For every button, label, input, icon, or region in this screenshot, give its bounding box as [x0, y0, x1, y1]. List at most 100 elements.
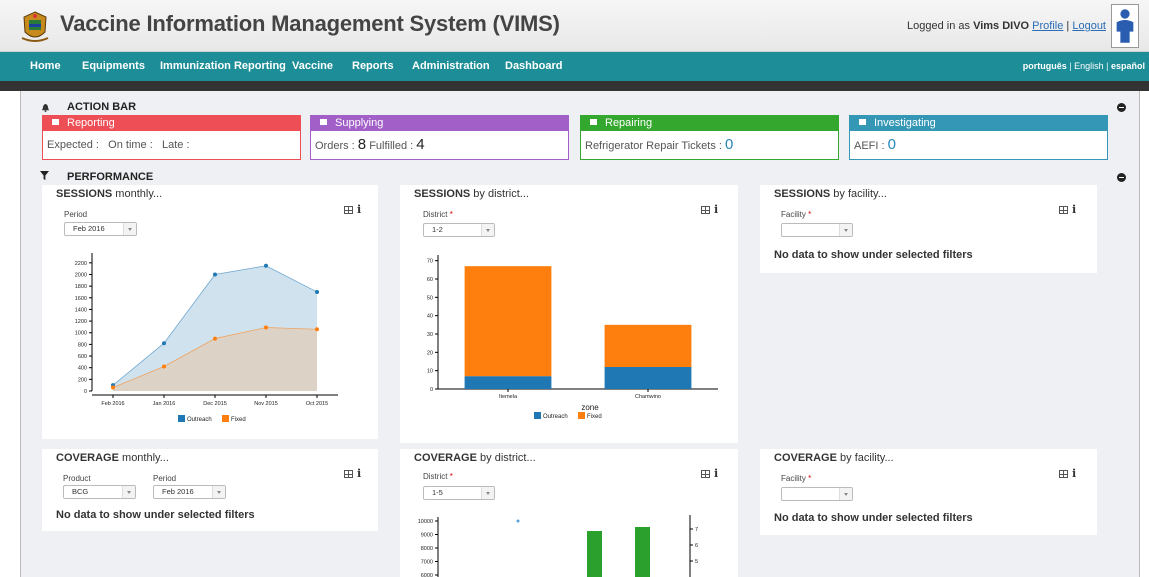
nav-equipments[interactable]: Equipments	[82, 60, 145, 72]
required-mark: *	[449, 472, 453, 481]
supplying-card[interactable]: Supplying Orders : 8 Fulfilled : 4	[310, 115, 569, 160]
period-select[interactable]: Feb 2016	[64, 222, 137, 236]
facility-label: Facility *	[781, 474, 811, 483]
table-view-icon[interactable]	[344, 206, 353, 214]
nav-immunization-reporting[interactable]: Immunization Reporting	[160, 60, 286, 72]
lang-separator: |	[1106, 61, 1109, 71]
table-view-icon[interactable]	[1059, 206, 1068, 214]
sessions-facility-panel: SESSIONS by facility... i Facility * No …	[760, 185, 1097, 273]
nav-administration[interactable]: Administration	[412, 60, 490, 72]
fulfilled-label: Fulfilled :	[369, 140, 414, 152]
point-fixed	[264, 325, 268, 330]
logout-link[interactable]: Logout	[1072, 20, 1106, 32]
aefi-label: AEFI :	[854, 140, 885, 152]
facility-label-text: Facility	[781, 474, 806, 483]
bar-fixed	[604, 324, 692, 367]
sessions-district-title: SESSIONS by district...	[414, 188, 529, 200]
profile-link[interactable]: Profile	[1032, 20, 1063, 32]
nav-reports[interactable]: Reports	[352, 60, 394, 72]
coat-of-arms-logo	[21, 11, 49, 42]
action-bar-collapse-button[interactable]	[1117, 103, 1126, 112]
panel-title-rest: monthly...	[118, 452, 169, 464]
panel-tools: i	[344, 203, 361, 216]
info-icon[interactable]: i	[714, 203, 718, 216]
panel-title-bold: SESSIONS	[56, 188, 113, 200]
sessions-district-panel: SESSIONS by district... i District * 1-2…	[400, 185, 738, 443]
y-tick-label: 1200	[75, 319, 87, 325]
y-tick-label: 40	[427, 314, 433, 320]
sessions-monthly-panel: SESSIONS monthly... i Period Feb 2016 0 2…	[42, 185, 378, 439]
info-icon[interactable]: i	[357, 467, 361, 480]
coverage-facility-panel: COVERAGE by facility... i Facility * No …	[760, 449, 1097, 535]
district-select[interactable]: 1-2	[423, 223, 495, 237]
supplying-card-title: Supplying	[335, 117, 384, 129]
repairing-card-header: Repairing	[580, 115, 839, 131]
chevron-down-icon	[481, 224, 494, 236]
on-time-label: On time :	[108, 139, 153, 151]
chevron-down-icon	[481, 487, 494, 499]
x-tick-label: Feb 2016	[101, 401, 124, 407]
point-fixed	[315, 327, 319, 332]
action-bar-title: ACTION BAR	[67, 101, 137, 113]
investigating-card[interactable]: Investigating AEFI : 0	[849, 115, 1108, 160]
nav-dashboard[interactable]: Dashboard	[505, 60, 562, 72]
district-select[interactable]: 1-5	[423, 486, 495, 500]
table-view-icon[interactable]	[701, 470, 710, 478]
y-tick-label-right: 6	[695, 543, 698, 549]
district-select-value: 1-5	[432, 488, 443, 497]
period-select[interactable]: Feb 2016	[153, 485, 226, 499]
period-label: Period	[64, 210, 88, 219]
info-icon[interactable]: i	[1072, 467, 1076, 480]
table-view-icon[interactable]	[1059, 470, 1068, 478]
bar-fixed	[464, 266, 552, 377]
info-icon[interactable]: i	[714, 467, 718, 480]
panel-title-bold: SESSIONS	[414, 188, 471, 200]
y-tick-label: 2200	[75, 261, 87, 267]
repairing-card[interactable]: Repairing Refrigerator Repair Tickets : …	[580, 115, 839, 160]
y-tick-label: 800	[78, 342, 87, 348]
aefi-value: 0	[887, 136, 896, 153]
district-label-text: District	[423, 472, 448, 481]
y-tick-label: 1000	[75, 331, 87, 337]
x-tick-label: Itemela	[499, 394, 518, 400]
required-mark: *	[808, 474, 812, 483]
y-tick-label: 10	[427, 369, 433, 375]
facility-select[interactable]	[781, 487, 853, 501]
legend-label-outreach: Outreach	[543, 414, 568, 420]
investigating-card-title: Investigating	[874, 117, 936, 129]
reporting-card[interactable]: Reporting Expected : On time : Late :	[42, 115, 301, 160]
orders-label: Orders :	[315, 140, 355, 152]
bell-icon	[41, 103, 50, 112]
lang-portuguese[interactable]: português	[1023, 61, 1067, 71]
sessions-facility-title: SESSIONS by facility...	[774, 188, 887, 200]
panel-tools: i	[1059, 467, 1076, 480]
info-icon[interactable]: i	[1072, 203, 1076, 216]
facility-select[interactable]	[781, 223, 853, 237]
chevron-down-icon	[839, 488, 852, 500]
coverage-monthly-panel: COVERAGE monthly... i Product BCG Period…	[42, 449, 378, 531]
y-tick-label: 400	[78, 366, 87, 372]
panel-title-bold: COVERAGE	[774, 452, 837, 464]
info-icon[interactable]: i	[357, 203, 361, 216]
sessions-monthly-chart: 0 200 400 600 800 1000 1200 1400 1600 1800 2000 220…	[75, 253, 338, 423]
point-fixed	[213, 336, 217, 341]
coverage-district-title: COVERAGE by district...	[414, 452, 536, 464]
performance-collapse-button[interactable]	[1117, 173, 1126, 182]
facility-label-text: Facility	[781, 210, 806, 219]
nav-vaccine[interactable]: Vaccine	[292, 60, 333, 72]
lang-english[interactable]: English	[1074, 61, 1104, 71]
lang-spanish[interactable]: español	[1111, 61, 1145, 71]
x-tick-label: Chamwino	[635, 394, 661, 400]
nav-home[interactable]: Home	[30, 60, 61, 72]
y-tick-label: 2000	[75, 272, 87, 278]
late-label: Late :	[161, 139, 190, 151]
period-select-value: Feb 2016	[162, 487, 194, 496]
table-view-icon[interactable]	[701, 206, 710, 214]
y-tick-label-left: 7000	[421, 560, 433, 566]
chevron-down-icon	[212, 486, 225, 498]
expected-label: Expected :	[47, 139, 99, 151]
user-avatar-icon[interactable]	[1111, 4, 1139, 48]
product-select[interactable]: BCG	[63, 485, 136, 499]
table-view-icon[interactable]	[344, 470, 353, 478]
y-tick-label: 20	[427, 350, 433, 356]
